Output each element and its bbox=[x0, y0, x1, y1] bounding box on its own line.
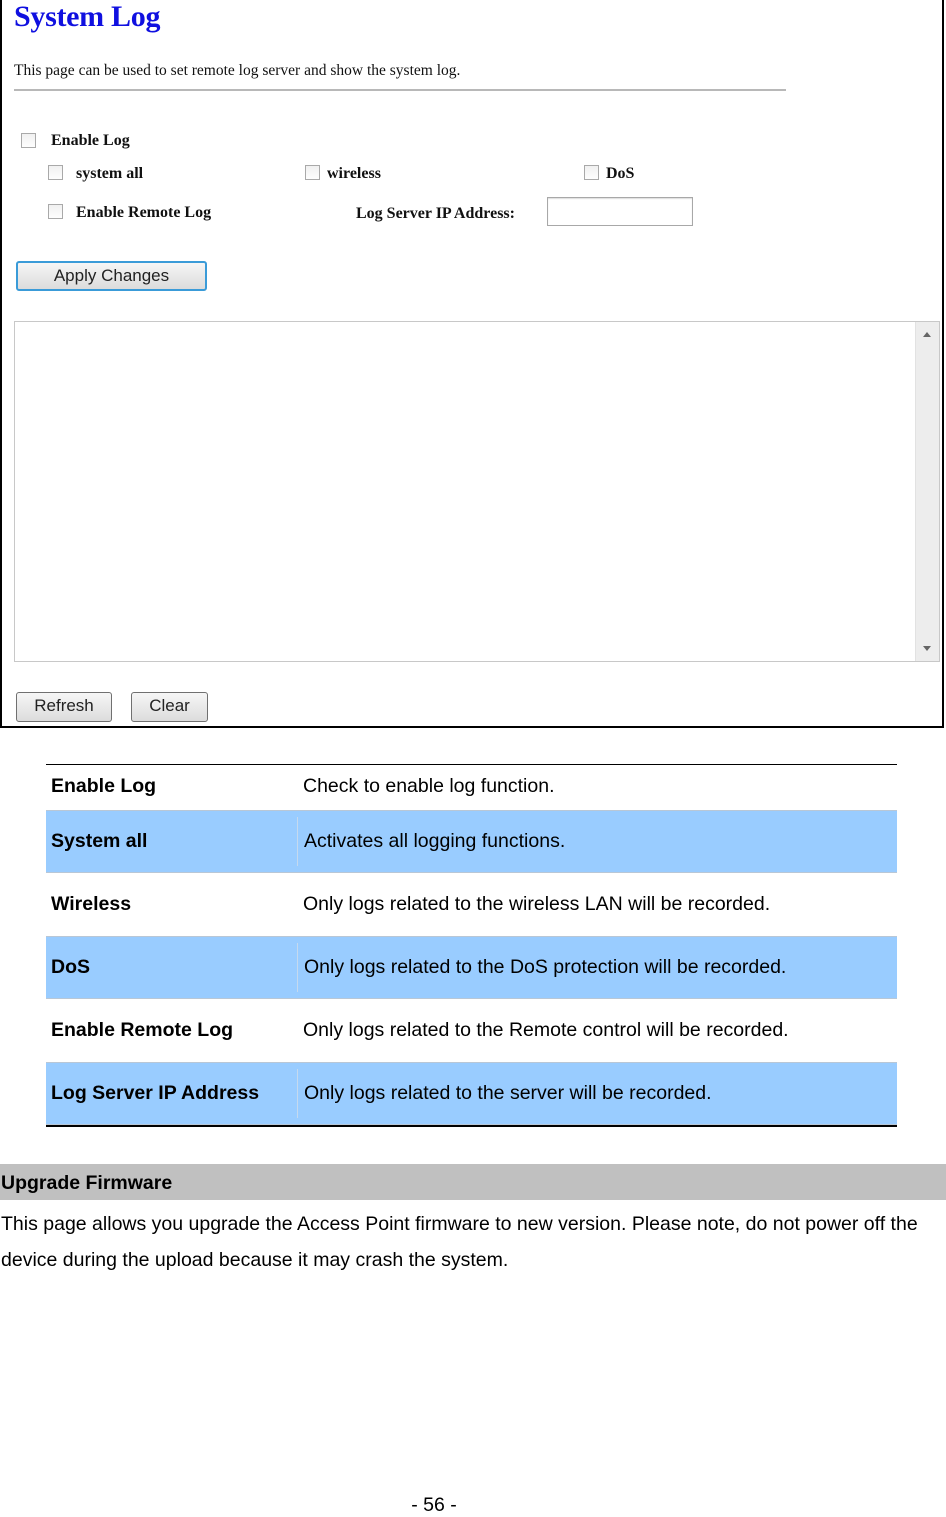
section-heading: Upgrade Firmware bbox=[0, 1164, 946, 1200]
table-term: DoS bbox=[51, 956, 90, 978]
table-term: Wireless bbox=[51, 893, 132, 915]
field-description-table: Enable Log Check to enable log function.… bbox=[46, 764, 897, 1127]
table-definition: Only logs related to the DoS protection … bbox=[297, 943, 897, 992]
table-row: Enable Remote Log Only logs related to t… bbox=[46, 999, 897, 1062]
apply-changes-button[interactable]: Apply Changes bbox=[16, 261, 207, 291]
scroll-down-arrow-icon[interactable] bbox=[923, 646, 931, 651]
wireless-label: wireless bbox=[327, 165, 381, 182]
table-term: Enable Remote Log bbox=[51, 1019, 234, 1041]
system-log-screenshot: System Log This page can be used to set … bbox=[0, 0, 944, 728]
log-server-ip-label: Log Server IP Address: bbox=[356, 205, 515, 222]
enable-remote-log-label: Enable Remote Log bbox=[76, 204, 212, 221]
system-all-label: system all bbox=[76, 165, 144, 182]
section-body: This page allows you upgrade the Access … bbox=[1, 1213, 918, 1271]
table-term: System all bbox=[51, 830, 148, 852]
page-description: This page can be used to set remote log … bbox=[14, 62, 461, 79]
enable-log-label: Enable Log bbox=[51, 132, 130, 149]
table-definition: Only logs related to the Remote control … bbox=[303, 1019, 789, 1041]
table-row: System all Activates all logging functio… bbox=[46, 810, 897, 873]
dos-checkbox[interactable] bbox=[584, 165, 599, 180]
divider bbox=[14, 89, 786, 91]
enable-log-checkbox[interactable] bbox=[21, 133, 36, 148]
log-server-ip-input[interactable] bbox=[547, 197, 693, 226]
table-row: Wireless Only logs related to the wirele… bbox=[46, 873, 897, 936]
enable-remote-log-checkbox[interactable] bbox=[48, 204, 63, 219]
table-term: Log Server IP Address bbox=[51, 1082, 260, 1104]
table-definition: Only logs related to the server will be … bbox=[297, 1069, 897, 1118]
scroll-up-arrow-icon[interactable] bbox=[923, 332, 931, 337]
table-row: Log Server IP Address Only logs related … bbox=[46, 1062, 897, 1125]
wireless-checkbox[interactable] bbox=[305, 165, 320, 180]
log-scrollbar[interactable] bbox=[915, 322, 939, 661]
table-term: Enable Log bbox=[51, 775, 157, 797]
clear-button[interactable]: Clear bbox=[131, 692, 208, 722]
table-definition: Activates all logging functions. bbox=[297, 817, 897, 866]
system-log-textarea[interactable] bbox=[14, 321, 940, 662]
table-row: Enable Log Check to enable log function. bbox=[46, 765, 897, 810]
dos-label: DoS bbox=[606, 165, 635, 182]
table-definition: Only logs related to the wireless LAN wi… bbox=[303, 893, 771, 915]
page-number: - 56 - bbox=[411, 1494, 457, 1516]
table-row: DoS Only logs related to the DoS protect… bbox=[46, 936, 897, 999]
table-definition: Check to enable log function. bbox=[303, 775, 555, 797]
refresh-button[interactable]: Refresh bbox=[16, 692, 112, 722]
system-all-checkbox[interactable] bbox=[48, 165, 63, 180]
page-title: System Log bbox=[14, 0, 161, 33]
